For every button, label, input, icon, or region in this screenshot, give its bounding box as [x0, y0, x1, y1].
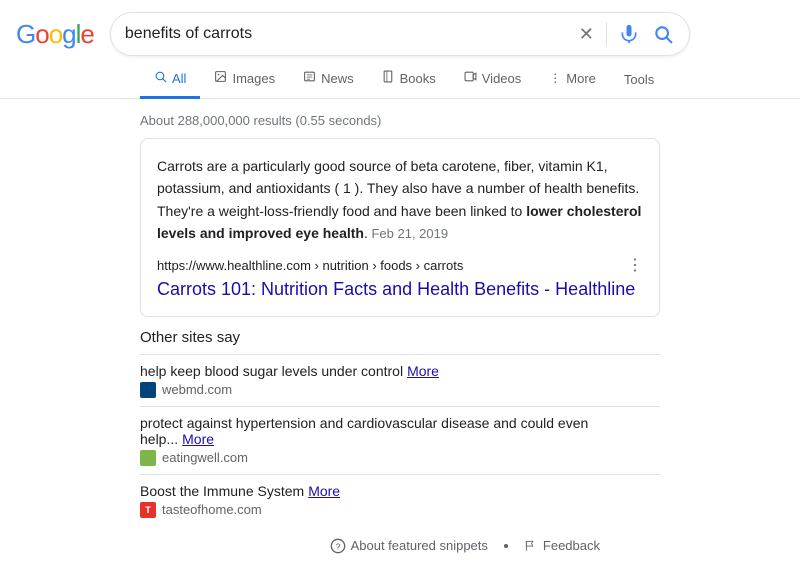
news-tab-icon	[303, 70, 316, 86]
snippet-url: https://www.healthline.com › nutrition ›…	[157, 258, 463, 273]
other-site-item-eatingwell: protect against hypertension and cardiov…	[140, 406, 660, 474]
tab-news-label: News	[321, 71, 354, 86]
flag-icon	[524, 539, 538, 553]
feedback-button[interactable]: Feedback	[524, 538, 600, 553]
tab-more-label: More	[566, 71, 596, 86]
featured-snippet: Carrots are a particularly good source o…	[140, 138, 660, 317]
more-options-icon[interactable]: ⋮	[627, 255, 643, 275]
videos-tab-icon	[464, 70, 477, 86]
other-site-item-webmd: help keep blood sugar levels under contr…	[140, 354, 660, 406]
logo-letter-e: e	[80, 19, 93, 49]
about-snippets-button[interactable]: ? About featured snippets	[330, 538, 488, 554]
site-name-webmd: webmd.com	[162, 382, 232, 397]
header: Google ✕	[0, 0, 800, 56]
tab-images[interactable]: Images	[200, 60, 289, 99]
results-stats: About 288,000,000 results (0.55 seconds)	[140, 107, 660, 138]
snippet-date: Feb 21, 2019	[368, 226, 448, 241]
snippet-text: Carrots are a particularly good source o…	[157, 155, 643, 245]
site-more-link-eatingwell[interactable]: More	[182, 431, 214, 447]
favicon-webmd	[140, 382, 156, 398]
about-snippets-label: About featured snippets	[351, 538, 488, 553]
search-input[interactable]	[125, 25, 577, 43]
books-tab-icon	[382, 70, 395, 86]
other-sites-section: Other sites say help keep blood sugar le…	[140, 329, 660, 526]
site-snippet-text-webmd: help keep blood sugar levels under contr…	[140, 363, 403, 379]
favicon-eatingwell	[140, 450, 156, 466]
footer-feedback: ? About featured snippets Feedback	[0, 526, 740, 566]
tab-books-label: Books	[400, 71, 436, 86]
mic-icon	[619, 24, 639, 44]
search-icons: ✕	[577, 22, 675, 47]
feedback-label: Feedback	[543, 538, 600, 553]
more-tab-icon: ⋮	[549, 71, 561, 85]
site-more-link-webmd[interactable]: More	[407, 363, 439, 379]
tab-all-label: All	[172, 71, 186, 86]
tab-videos-label: Videos	[482, 71, 522, 86]
tools-button[interactable]: Tools	[610, 62, 668, 97]
svg-text:?: ?	[335, 541, 340, 551]
tab-more[interactable]: ⋮ More	[535, 61, 610, 99]
site-source-eatingwell: eatingwell.com	[140, 450, 660, 466]
site-more-link-taste[interactable]: More	[308, 483, 340, 499]
google-logo: Google	[16, 19, 94, 50]
search-bar[interactable]: ✕	[110, 12, 690, 56]
site-snippet-webmd: help keep blood sugar levels under contr…	[140, 363, 660, 379]
logo-letter-g: G	[16, 19, 35, 49]
snippet-url-area: https://www.healthline.com › nutrition ›…	[157, 257, 463, 273]
site-source-webmd: webmd.com	[140, 382, 660, 398]
nav-tabs: All Images News Books Videos ⋮ More Tool…	[0, 60, 800, 99]
separator-dot	[504, 544, 508, 548]
logo-letter-o2: o	[49, 19, 62, 49]
logo-letter-o1: o	[35, 19, 48, 49]
tab-books[interactable]: Books	[368, 60, 450, 99]
tab-all[interactable]: All	[140, 60, 200, 99]
results-container: About 288,000,000 results (0.55 seconds)…	[0, 99, 800, 526]
site-snippet-taste: Boost the Immune SystemMore	[140, 483, 660, 499]
site-snippet-eatingwell: protect against hypertension and cardiov…	[140, 415, 660, 447]
logo-letter-g2: g	[62, 19, 75, 49]
clear-button[interactable]: ✕	[577, 22, 596, 47]
divider	[606, 22, 607, 46]
site-snippet-text-taste: Boost the Immune System	[140, 483, 304, 499]
search-icon	[653, 24, 673, 44]
images-tab-icon	[214, 70, 227, 86]
tab-images-label: Images	[232, 71, 275, 86]
tab-news[interactable]: News	[289, 60, 368, 99]
snippet-source: https://www.healthline.com › nutrition ›…	[157, 255, 643, 275]
site-name-eatingwell: eatingwell.com	[162, 450, 248, 465]
snippet-link[interactable]: Carrots 101: Nutrition Facts and Health …	[157, 279, 643, 300]
mic-button[interactable]	[617, 22, 641, 46]
other-sites-title: Other sites say	[140, 329, 660, 346]
tab-videos[interactable]: Videos	[450, 60, 536, 99]
search-submit-button[interactable]	[651, 22, 675, 46]
all-tab-icon	[154, 70, 167, 86]
help-icon: ?	[330, 538, 346, 554]
other-site-item-taste: Boost the Immune SystemMore T tasteofhom…	[140, 474, 660, 526]
